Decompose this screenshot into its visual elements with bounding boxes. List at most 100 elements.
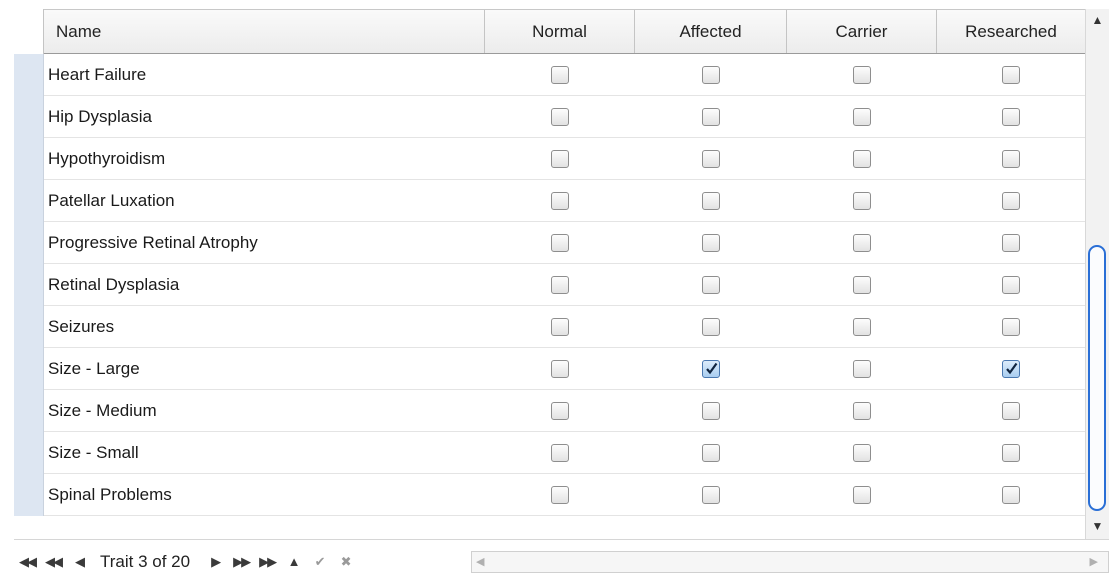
cancel-edit-icon[interactable]: ✖ bbox=[332, 554, 358, 570]
next-page-icon[interactable]: ▶▶ bbox=[228, 554, 254, 570]
normal-checkbox[interactable] bbox=[551, 149, 569, 168]
prev-record-icon[interactable]: ◀ bbox=[66, 554, 92, 570]
normal-checkbox[interactable] bbox=[551, 359, 569, 378]
normal-checkbox[interactable] bbox=[551, 317, 569, 336]
vertical-scrollbar[interactable]: ▲ ▼ bbox=[1085, 9, 1109, 539]
affected-checkbox[interactable] bbox=[702, 317, 720, 336]
carrier-checkbox[interactable] bbox=[853, 149, 871, 168]
column-header-affected[interactable]: Affected bbox=[635, 10, 787, 53]
trait-name-cell[interactable]: Size - Medium bbox=[44, 390, 485, 431]
affected-checkbox[interactable] bbox=[702, 233, 720, 252]
scroll-down-icon[interactable]: ▼ bbox=[1086, 515, 1109, 537]
table-row[interactable]: Hip Dysplasia bbox=[44, 96, 1085, 138]
trait-name-cell[interactable]: Progressive Retinal Atrophy bbox=[44, 222, 485, 263]
last-record-icon[interactable]: ▶▶ bbox=[254, 554, 280, 570]
first-record-icon[interactable]: ◀◀ bbox=[14, 554, 40, 570]
affected-cell bbox=[635, 432, 787, 473]
trait-name-cell[interactable]: Patellar Luxation bbox=[44, 180, 485, 221]
affected-cell bbox=[635, 138, 787, 179]
trait-name-cell[interactable]: Heart Failure bbox=[44, 54, 485, 95]
scrollbar-thumb[interactable] bbox=[1088, 245, 1106, 511]
table-row[interactable]: Spinal Problems bbox=[44, 474, 1085, 516]
next-record-icon[interactable]: ▶ bbox=[202, 554, 228, 570]
trait-name-cell[interactable]: Hip Dysplasia bbox=[44, 96, 485, 137]
researched-cell bbox=[937, 180, 1085, 221]
scroll-up-icon[interactable]: ▲ bbox=[1086, 9, 1109, 31]
carrier-checkbox[interactable] bbox=[853, 443, 871, 462]
researched-checkbox[interactable] bbox=[1002, 107, 1020, 126]
researched-cell bbox=[937, 306, 1085, 347]
normal-checkbox[interactable] bbox=[551, 485, 569, 504]
affected-checkbox[interactable] bbox=[702, 485, 720, 504]
affected-cell bbox=[635, 222, 787, 263]
researched-checkbox[interactable] bbox=[1002, 65, 1020, 84]
post-edit-icon[interactable]: ✔ bbox=[306, 554, 332, 570]
table-row[interactable]: Size - Small bbox=[44, 432, 1085, 474]
scroll-left-icon[interactable]: ◀ bbox=[476, 555, 484, 568]
record-status: Trait 3 of 20 bbox=[100, 551, 191, 571]
researched-checkbox[interactable] bbox=[1002, 275, 1020, 294]
researched-checkbox[interactable] bbox=[1002, 401, 1020, 420]
column-header-researched[interactable]: Researched bbox=[937, 10, 1085, 53]
carrier-checkbox[interactable] bbox=[853, 107, 871, 126]
column-header-name[interactable]: Name bbox=[44, 10, 485, 53]
table-row[interactable]: Retinal Dysplasia bbox=[44, 264, 1085, 306]
researched-checkbox[interactable] bbox=[1002, 191, 1020, 210]
carrier-checkbox[interactable] bbox=[853, 401, 871, 420]
normal-checkbox[interactable] bbox=[551, 443, 569, 462]
carrier-checkbox[interactable] bbox=[853, 233, 871, 252]
prev-page-icon[interactable]: ◀◀ bbox=[40, 554, 66, 570]
carrier-cell bbox=[787, 222, 937, 263]
researched-checkbox[interactable] bbox=[1002, 149, 1020, 168]
trait-name-cell[interactable]: Hypothyroidism bbox=[44, 138, 485, 179]
normal-checkbox[interactable] bbox=[551, 401, 569, 420]
trait-name-cell[interactable]: Retinal Dysplasia bbox=[44, 264, 485, 305]
column-header-normal[interactable]: Normal bbox=[485, 10, 635, 53]
carrier-checkbox[interactable] bbox=[853, 65, 871, 84]
table-row[interactable]: Heart Failure bbox=[44, 54, 1085, 96]
researched-checkbox[interactable] bbox=[1002, 359, 1020, 378]
carrier-cell bbox=[787, 54, 937, 95]
affected-checkbox[interactable] bbox=[702, 65, 720, 84]
affected-cell bbox=[635, 306, 787, 347]
horizontal-scrollbar[interactable]: ◀ ▶ bbox=[471, 551, 1109, 573]
affected-checkbox[interactable] bbox=[702, 443, 720, 462]
trait-name-cell[interactable]: Size - Small bbox=[44, 432, 485, 473]
carrier-checkbox[interactable] bbox=[853, 191, 871, 210]
table-row[interactable]: Size - Large bbox=[44, 348, 1085, 390]
normal-checkbox[interactable] bbox=[551, 65, 569, 84]
table-row[interactable]: Patellar Luxation bbox=[44, 180, 1085, 222]
affected-checkbox[interactable] bbox=[702, 107, 720, 126]
normal-cell bbox=[485, 138, 635, 179]
researched-checkbox[interactable] bbox=[1002, 233, 1020, 252]
researched-checkbox[interactable] bbox=[1002, 317, 1020, 336]
affected-checkbox[interactable] bbox=[702, 149, 720, 168]
researched-cell bbox=[937, 138, 1085, 179]
carrier-cell bbox=[787, 264, 937, 305]
carrier-checkbox[interactable] bbox=[853, 485, 871, 504]
normal-checkbox[interactable] bbox=[551, 107, 569, 126]
table-row[interactable]: Size - Medium bbox=[44, 390, 1085, 432]
carrier-cell bbox=[787, 96, 937, 137]
normal-checkbox[interactable] bbox=[551, 233, 569, 252]
researched-checkbox[interactable] bbox=[1002, 443, 1020, 462]
normal-checkbox[interactable] bbox=[551, 275, 569, 294]
affected-checkbox[interactable] bbox=[702, 275, 720, 294]
scroll-right-icon[interactable]: ▶ bbox=[1090, 555, 1098, 568]
affected-checkbox[interactable] bbox=[702, 359, 720, 378]
table-row[interactable]: Hypothyroidism bbox=[44, 138, 1085, 180]
affected-checkbox[interactable] bbox=[702, 401, 720, 420]
table-row[interactable]: Seizures bbox=[44, 306, 1085, 348]
trait-name-cell[interactable]: Spinal Problems bbox=[44, 474, 485, 515]
carrier-checkbox[interactable] bbox=[853, 317, 871, 336]
carrier-checkbox[interactable] bbox=[853, 275, 871, 294]
researched-checkbox[interactable] bbox=[1002, 485, 1020, 504]
table-row[interactable]: Progressive Retinal Atrophy bbox=[44, 222, 1085, 264]
insert-record-icon[interactable]: ▲ bbox=[280, 554, 306, 569]
trait-name-cell[interactable]: Seizures bbox=[44, 306, 485, 347]
normal-checkbox[interactable] bbox=[551, 191, 569, 210]
carrier-checkbox[interactable] bbox=[853, 359, 871, 378]
trait-name-cell[interactable]: Size - Large bbox=[44, 348, 485, 389]
affected-checkbox[interactable] bbox=[702, 191, 720, 210]
column-header-carrier[interactable]: Carrier bbox=[787, 10, 937, 53]
